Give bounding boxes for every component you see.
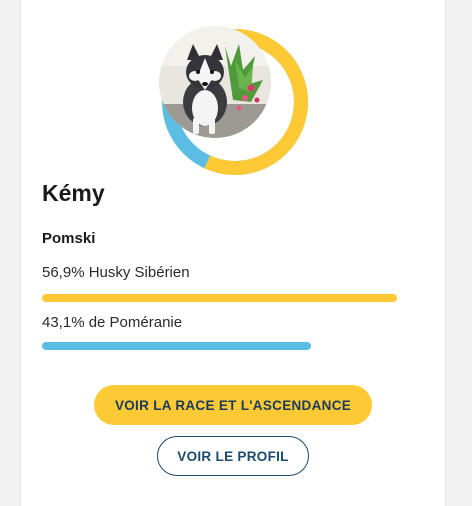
view-profile-button[interactable]: VOIR LE PROFIL [157, 436, 309, 476]
dog-name: Kémy [42, 180, 105, 206]
ancestry-ring [159, 26, 311, 178]
ancestry-bar-pomeranian [42, 342, 311, 350]
ancestry-label-pomeranian: 43,1% de Poméranie [42, 314, 183, 331]
ancestry-bar-husky [42, 294, 398, 302]
dog-photo[interactable] [159, 26, 271, 138]
view-breed-ancestry-button[interactable]: VOIR LA RACE ET L'ASCENDANCE [94, 385, 372, 425]
breed-name: Pomski [42, 230, 96, 247]
dog-summary-card: Kémy Pomski 56,9% Husky Sibérien 43,1% d… [20, 0, 446, 506]
ancestry-label-husky: 56,9% Husky Sibérien [42, 264, 190, 281]
